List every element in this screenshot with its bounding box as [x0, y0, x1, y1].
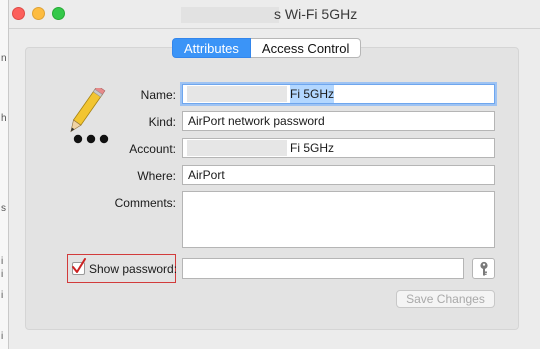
redacted-region: [187, 86, 287, 102]
redacted-title-region: [181, 7, 279, 23]
close-button[interactable]: [12, 7, 25, 20]
kind-value: AirPort network password: [188, 114, 325, 128]
background-window-edge: n h s i i i i: [0, 0, 8, 349]
where-field[interactable]: AirPort: [182, 165, 495, 185]
background-text: s: [1, 203, 6, 214]
tab-access-control[interactable]: Access Control: [250, 38, 362, 58]
password-field[interactable]: [182, 258, 464, 279]
title-bar[interactable]: s Wi-Fi 5GHz: [9, 0, 540, 29]
account-field[interactable]: Fi 5GHz: [182, 138, 495, 158]
background-text: i: [1, 331, 4, 342]
redacted-region: [187, 140, 287, 156]
key-icon: [479, 261, 488, 275]
tab-attributes[interactable]: Attributes: [172, 38, 251, 58]
kind-label: Kind:: [148, 115, 176, 129]
background-text: n: [1, 53, 7, 64]
where-label: Where:: [137, 169, 176, 183]
comments-label: Comments:: [114, 196, 176, 210]
account-label: Account:: [129, 142, 176, 156]
minimize-button[interactable]: [32, 7, 45, 20]
key-button[interactable]: [472, 258, 495, 279]
comments-textarea[interactable]: [182, 191, 495, 248]
checkmark-icon: [72, 258, 86, 273]
background-text: h: [1, 113, 7, 124]
window-title: s Wi-Fi 5GHz: [274, 6, 358, 22]
zoom-button[interactable]: [52, 7, 65, 20]
account-value: Fi 5GHz: [290, 141, 335, 155]
save-changes-button[interactable]: Save Changes: [396, 290, 495, 308]
background-text: i: [1, 256, 4, 267]
where-value: AirPort: [188, 168, 225, 182]
segmented-tabs: Attributes Access Control: [172, 38, 362, 58]
name-label: Name:: [140, 88, 176, 102]
name-field[interactable]: Fi 5GHz: [182, 84, 495, 104]
show-password-label: Show password:: [89, 262, 178, 276]
background-text: i: [1, 269, 4, 280]
kind-field[interactable]: AirPort network password: [182, 111, 495, 131]
background-text: i: [1, 290, 4, 301]
name-value: Fi 5GHz: [290, 85, 335, 103]
